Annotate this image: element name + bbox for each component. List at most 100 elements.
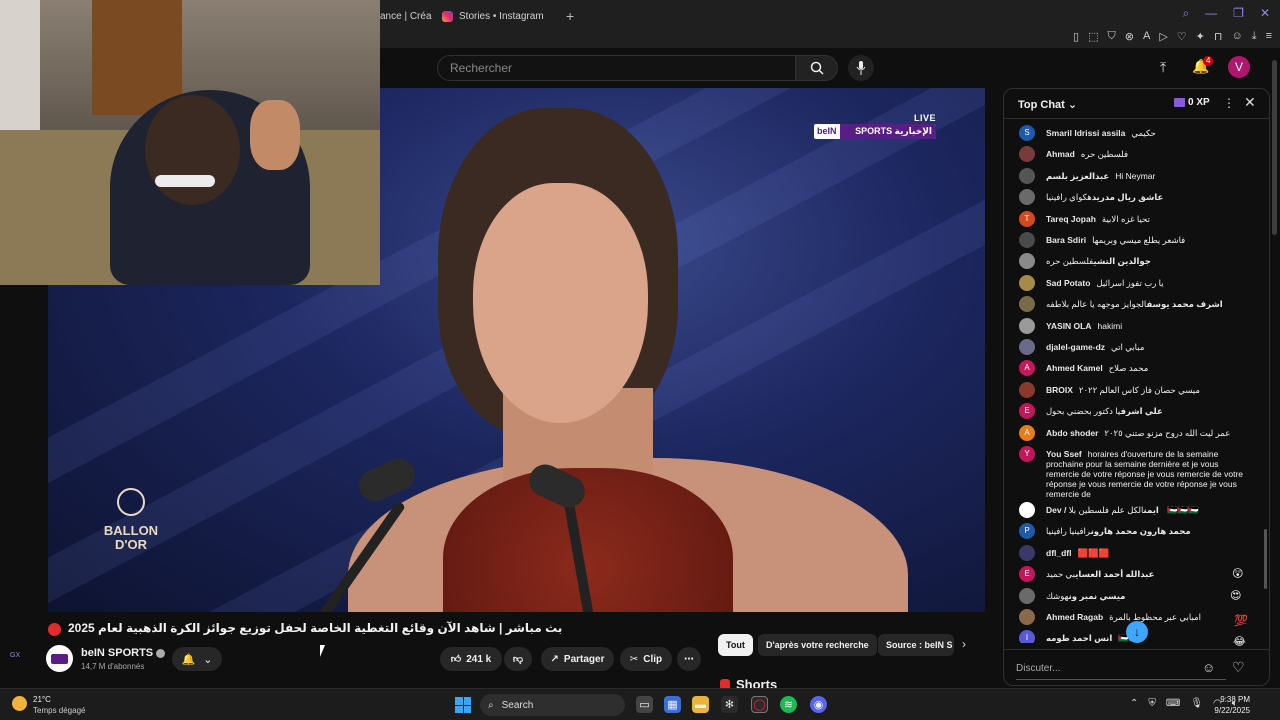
windows-start-icon[interactable] (455, 697, 471, 713)
close-icon[interactable]: ✕ (1260, 6, 1270, 21)
chat-author-name[interactable]: You Ssef (1046, 449, 1082, 459)
scroll-down-icon[interactable]: ↓ (1126, 621, 1148, 643)
download-icon[interactable]: ⤓ (1252, 30, 1257, 43)
chat-mode-dropdown[interactable]: Top Chat ⌄ (1018, 98, 1077, 111)
chat-author-avatar[interactable] (1019, 339, 1035, 355)
chat-author-name[interactable]: اشرف محمد يوسف (1147, 299, 1223, 309)
account-avatar[interactable]: V (1228, 56, 1250, 78)
minimize-icon[interactable]: — (1205, 6, 1217, 21)
chip-all[interactable]: Tout (718, 634, 753, 656)
discord-icon[interactable]: ◉ (810, 696, 827, 713)
chat-author-name[interactable]: Ahmad (1046, 149, 1075, 159)
menu-icon[interactable]: ≡ (1266, 30, 1272, 43)
antivirus-icon[interactable]: ⛨ (1148, 698, 1156, 709)
clip-button[interactable]: ✂ Clip (620, 647, 672, 671)
profile-icon[interactable]: ☺ (1231, 30, 1242, 43)
chat-author-name[interactable]: عاشق ريال مدريد (1092, 192, 1164, 202)
spotify-icon[interactable]: ≋ (780, 696, 797, 713)
chat-author-avatar[interactable]: E (1019, 566, 1035, 583)
chat-author-avatar[interactable] (1019, 502, 1035, 518)
browser-tab[interactable]: ance | Créa (380, 6, 432, 26)
opera-gx-icon[interactable]: ◯ (751, 696, 768, 713)
new-tab-button[interactable]: + (566, 8, 574, 24)
search-button[interactable] (795, 55, 838, 81)
chevron-up-icon[interactable]: ⌃ (1130, 698, 1138, 709)
xp-badge[interactable]: 0 XP (1174, 97, 1210, 108)
search-input[interactable]: Rechercher (437, 55, 795, 81)
chatgpt-icon[interactable]: ✻ (721, 696, 738, 713)
chat-author-name[interactable]: محمد هارون محمد هارون (1091, 526, 1191, 536)
chat-author-name[interactable]: djalel-game-dz (1046, 342, 1105, 352)
chat-author-name[interactable]: Bara Sdiri (1046, 235, 1086, 245)
chat-author-avatar[interactable]: A (1019, 424, 1035, 441)
dislike-button[interactable]: 👎︎ (504, 647, 532, 671)
like-button[interactable]: 👍︎ 241 k (440, 647, 502, 671)
chat-author-avatar[interactable] (1019, 274, 1035, 291)
chat-author-avatar[interactable] (1019, 232, 1035, 248)
chat-author-name[interactable]: Tareq Jopah (1046, 214, 1096, 224)
chat-author-name[interactable]: علي اشرف (1120, 406, 1162, 416)
clock-time[interactable]: 9:38 PM (1212, 695, 1250, 704)
voice-search-button[interactable] (848, 55, 874, 81)
chat-author-name[interactable]: YASIN OLA (1046, 321, 1092, 331)
chip-from-search[interactable]: D'après votre recherche (758, 634, 877, 656)
chat-author-avatar[interactable] (1019, 253, 1035, 270)
bookmark-icon[interactable]: ▯ (1073, 30, 1079, 43)
chat-author-avatar[interactable]: P (1019, 523, 1035, 540)
chat-author-name[interactable]: عبدالله أحمد العساي (1075, 569, 1154, 579)
chat-author-avatar[interactable]: E (1019, 403, 1035, 420)
chat-author-name[interactable]: BROIX (1046, 385, 1073, 395)
channel-avatar[interactable] (46, 645, 73, 672)
subscription-bell-button[interactable]: 🔔 ⌄ (172, 647, 222, 671)
browser-tab-instagram[interactable]: Stories • Instagram (442, 6, 544, 26)
heart-icon[interactable]: ♡ (1177, 30, 1187, 43)
close-tab-icon[interactable]: ⊗ (1125, 30, 1134, 43)
screenshot-icon[interactable]: ⬚ (1088, 30, 1098, 43)
chat-author-name[interactable]: dfl_dfl (1046, 548, 1072, 558)
chat-author-avatar[interactable] (1019, 146, 1035, 163)
chip-source[interactable]: Source : beIN S (878, 634, 954, 656)
language-icon[interactable]: ⌨ (1166, 698, 1180, 709)
chat-author-avatar[interactable] (1019, 296, 1035, 313)
chat-author-avatar[interactable] (1019, 381, 1035, 398)
chat-author-name[interactable]: Smaril Idrissi assila (1046, 128, 1125, 138)
chat-scrollbar[interactable] (1264, 529, 1267, 589)
search-icon[interactable]: ⌕ (1182, 6, 1189, 21)
store-icon[interactable]: ▦ (664, 696, 681, 713)
chat-author-avatar[interactable]: I (1019, 630, 1035, 643)
chat-author-name[interactable]: Ahmed Ragab (1046, 612, 1103, 622)
chat-author-avatar[interactable] (1019, 317, 1035, 334)
restore-icon[interactable]: ❐ (1233, 6, 1244, 21)
chat-author-avatar[interactable]: A (1019, 360, 1035, 377)
page-scrollbar[interactable] (1272, 60, 1277, 235)
chat-input[interactable] (1016, 658, 1226, 680)
puzzle-icon[interactable]: ✦ (1196, 30, 1205, 43)
emoji-icon[interactable]: ☺ (1202, 660, 1215, 675)
translate-icon[interactable]: A (1143, 30, 1150, 43)
chat-author-name[interactable]: Ahmed Kamel (1046, 363, 1103, 373)
chat-author-name[interactable]: Abdo shoder (1046, 428, 1098, 438)
channel-name[interactable]: beIN SPORTS (81, 647, 166, 659)
chevron-right-icon[interactable]: › (962, 637, 966, 651)
chat-author-avatar[interactable] (1019, 167, 1035, 184)
taskbar-search[interactable]: ⌕ Search (480, 694, 625, 716)
chat-author-avatar[interactable] (1019, 189, 1035, 206)
chat-author-name[interactable]: انس احمد طومه (1046, 633, 1112, 643)
chat-messages[interactable]: S Smaril Idrissi assila حكيمي Ahmad فلسطين ح… (1004, 123, 1269, 643)
chat-author-avatar[interactable]: T (1019, 210, 1035, 227)
chat-author-avatar[interactable] (1019, 609, 1035, 625)
chat-author-avatar[interactable] (1019, 587, 1035, 604)
clock-date[interactable]: 9/22/2025 (1200, 706, 1250, 715)
chat-author-name[interactable]: جوالدين التشي (1093, 256, 1150, 266)
lock-icon[interactable]: ⊓ (1214, 30, 1223, 43)
share-button[interactable]: ↗ Partager (541, 647, 614, 671)
chat-author-name[interactable]: ميسي نمبر ون (1069, 591, 1126, 601)
shield-icon[interactable]: ⛉ (1108, 30, 1116, 43)
left-guide-label[interactable]: GX (10, 652, 20, 659)
chat-author-avatar[interactable]: Y (1019, 446, 1035, 462)
upload-icon[interactable]: ⤒ (1160, 59, 1166, 76)
chat-author-avatar[interactable]: S (1019, 125, 1035, 141)
chat-author-avatar[interactable] (1019, 544, 1035, 561)
chat-author-name[interactable]: Sad Potato (1046, 278, 1090, 288)
chat-more-icon[interactable]: ⋮ (1223, 96, 1235, 110)
